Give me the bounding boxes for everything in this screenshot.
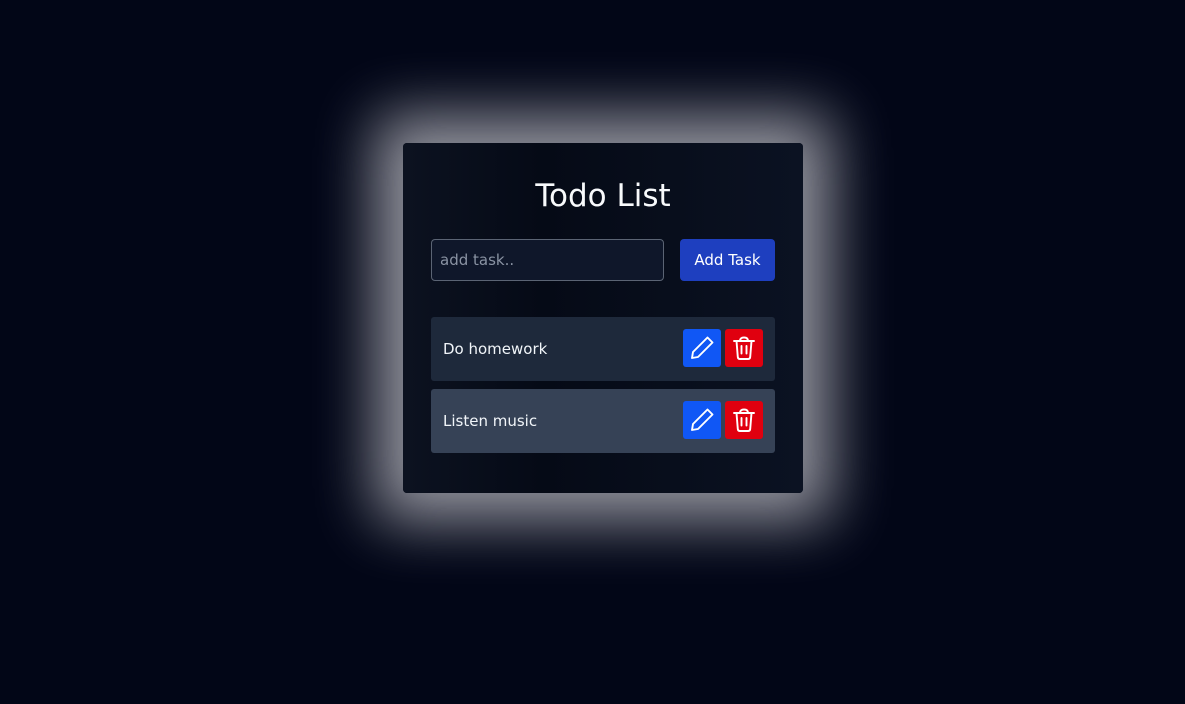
todo-card: Todo List Add Task Do homework Listen mu… bbox=[403, 143, 803, 493]
delete-task-button[interactable] bbox=[725, 401, 763, 439]
task-item: Listen music bbox=[431, 389, 775, 453]
task-input[interactable] bbox=[431, 239, 664, 281]
page-title: Todo List bbox=[535, 178, 671, 214]
pencil-icon bbox=[691, 336, 714, 359]
pencil-icon bbox=[691, 408, 714, 431]
edit-task-button[interactable] bbox=[683, 401, 721, 439]
task-list: Do homework Listen music bbox=[431, 317, 775, 461]
edit-task-button[interactable] bbox=[683, 329, 721, 367]
trash-icon bbox=[733, 408, 755, 432]
delete-task-button[interactable] bbox=[725, 329, 763, 367]
add-task-button[interactable]: Add Task bbox=[680, 239, 775, 281]
task-item: Do homework bbox=[431, 317, 775, 381]
task-text: Do homework bbox=[443, 340, 548, 358]
task-text: Listen music bbox=[443, 412, 538, 430]
trash-icon bbox=[733, 336, 755, 360]
